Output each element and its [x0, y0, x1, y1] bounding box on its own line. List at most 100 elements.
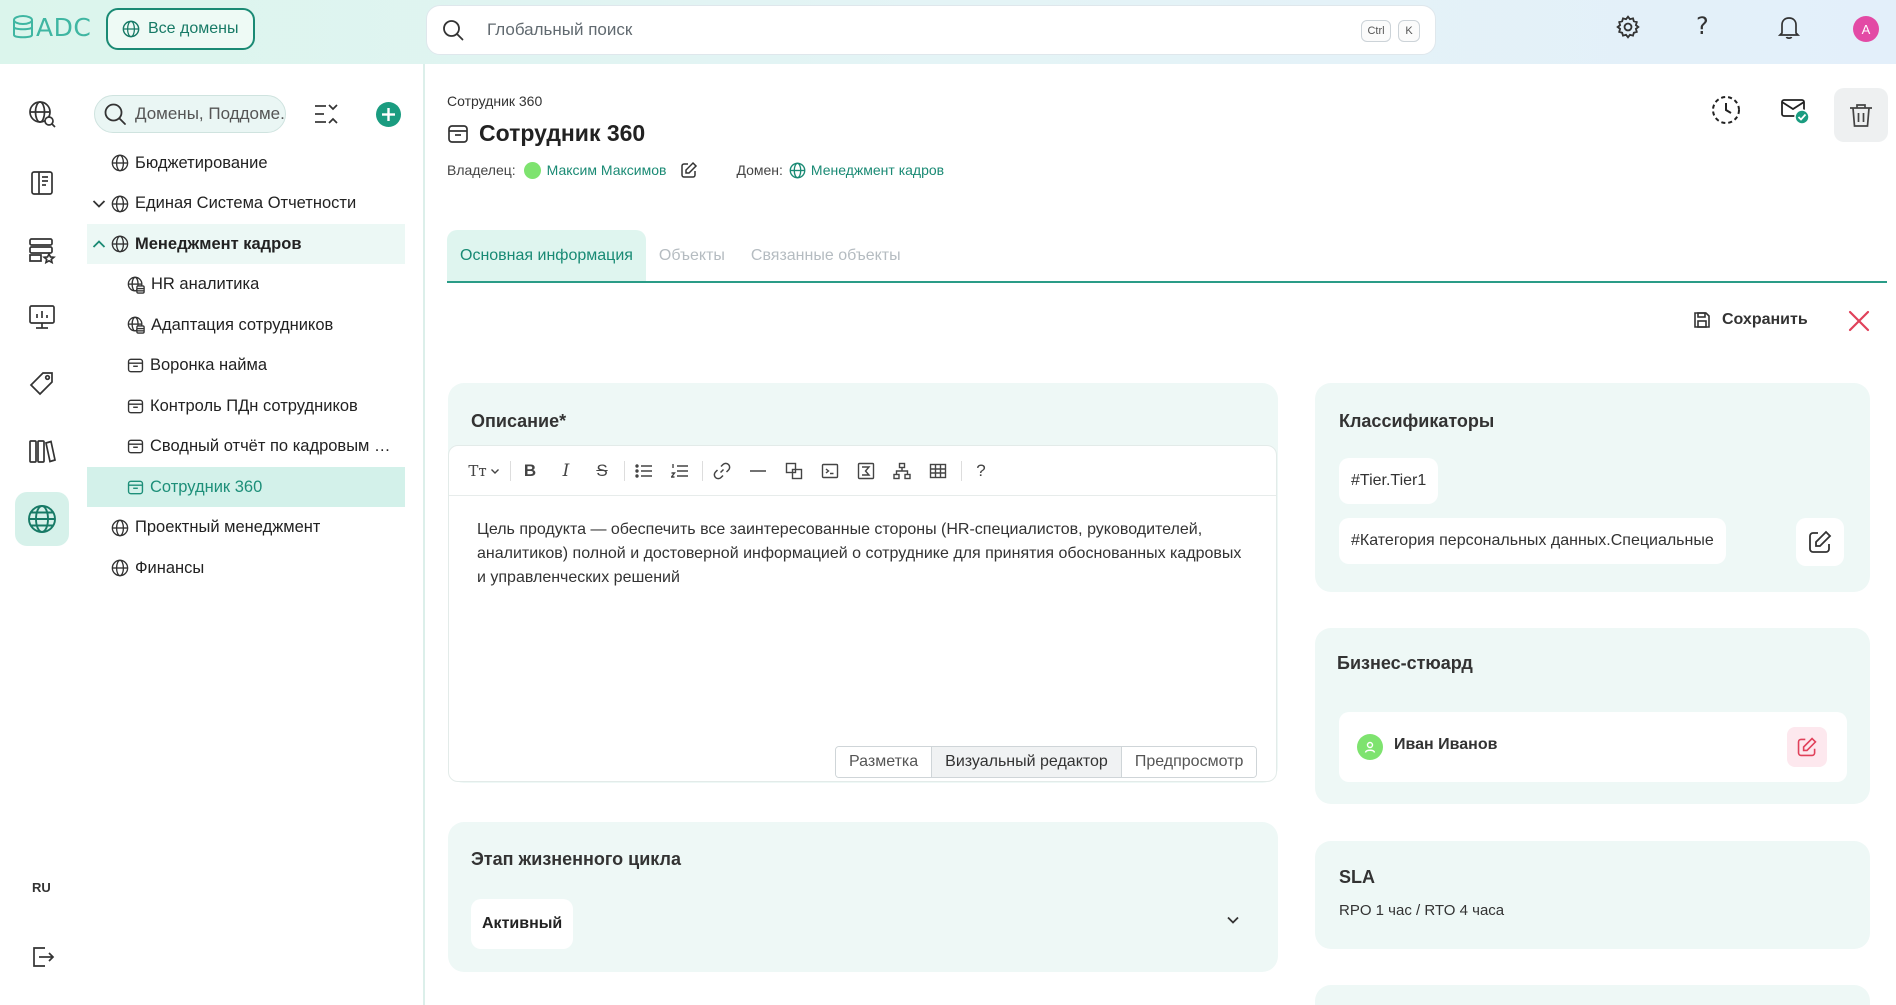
edit-owner-icon[interactable] [680, 161, 698, 179]
table-icon[interactable] [927, 459, 949, 483]
formula-icon[interactable] [855, 459, 877, 483]
horizontal-rule-icon[interactable] [747, 459, 769, 483]
image-icon[interactable] [783, 459, 805, 483]
logo-text: ADC [36, 13, 92, 42]
tag-icon[interactable] [26, 368, 58, 400]
tree-item-label: HR аналитика [151, 275, 260, 293]
tree-item[interactable]: Адаптация сотрудников [87, 305, 405, 345]
tree-item[interactable]: Бюджетирование [87, 143, 405, 183]
globe-icon [111, 519, 129, 537]
language-switch[interactable]: RU [32, 880, 51, 895]
classifier-tag[interactable]: #Tier.Tier1 [1339, 458, 1439, 504]
chevron-up-icon[interactable] [87, 236, 111, 252]
tree-item-label: Финансы [135, 558, 205, 577]
toolbar-separator [510, 461, 511, 481]
domain-link[interactable]: Менеджмент кадров [811, 162, 944, 178]
code-icon[interactable] [819, 459, 841, 483]
globe-icon[interactable] [26, 503, 58, 535]
all-domains-button[interactable]: Все домены [106, 8, 255, 50]
edit-classifiers-button[interactable] [1796, 518, 1844, 566]
plus-icon [382, 108, 395, 121]
tree-item[interactable]: Воронка найма [87, 346, 405, 386]
tree-item-label: Менеджмент кадров [135, 234, 302, 253]
edit-steward-button[interactable] [1787, 727, 1827, 767]
globe-search-icon[interactable] [26, 98, 58, 130]
mode-visual-editor[interactable]: Визуальный редактор [932, 747, 1122, 777]
global-search[interactable]: Глобальный поиск Ctrl K [426, 5, 1436, 55]
chevron-down-icon[interactable] [87, 196, 111, 212]
owner-avatar [523, 161, 541, 179]
owner-link[interactable]: Максим Максимов [547, 162, 667, 178]
search-placeholder: Глобальный поиск [487, 20, 633, 39]
domain-label: Домен: [736, 162, 783, 178]
globe-icon [111, 195, 129, 213]
help-icon[interactable]: ? [970, 459, 992, 483]
monitor-chart-icon[interactable] [26, 301, 58, 333]
tree-item[interactable]: HR аналитика [87, 265, 405, 305]
tree-item[interactable]: Единая Система Отчетности [87, 184, 405, 224]
tree-search-input[interactable] [135, 104, 285, 124]
diagram-icon[interactable] [891, 459, 913, 483]
next-card [1315, 985, 1870, 1005]
tree-item[interactable]: Менеджмент кадров [87, 224, 405, 264]
chevron-down-icon[interactable] [1225, 912, 1241, 928]
bell-icon[interactable] [1777, 14, 1801, 40]
search-icon [443, 20, 464, 41]
all-domains-label: Все домены [148, 20, 239, 37]
heading-label: Tт [468, 462, 487, 480]
mail-check-icon[interactable] [1779, 94, 1811, 126]
tree-item[interactable]: Контроль ПДн сотрудников [87, 386, 405, 426]
tree-item[interactable]: Финансы [87, 548, 405, 588]
product-icon [127, 357, 144, 374]
tree-item-label: Сотрудник 360 [150, 477, 263, 496]
edit-icon [1809, 530, 1832, 553]
app-logo[interactable]: ADC [12, 13, 91, 42]
database-star-icon[interactable] [26, 234, 58, 266]
description-text[interactable]: Цель продукта — обеспечить все заинтерес… [477, 518, 1252, 590]
globe-db-icon [127, 276, 145, 294]
mode-markup[interactable]: Разметка [836, 747, 933, 777]
breadcrumb: Сотрудник 360 [447, 93, 543, 109]
mode-preview[interactable]: Предпросмотр [1121, 747, 1257, 777]
bullet-list-icon[interactable] [633, 459, 655, 483]
collapse-all-icon[interactable] [313, 101, 339, 127]
tree-search[interactable] [94, 95, 286, 133]
link-icon[interactable] [711, 459, 733, 483]
bold-button[interactable]: B [519, 459, 541, 483]
heading-button[interactable]: Tт [467, 459, 501, 483]
italic-button[interactable]: I [555, 459, 577, 483]
strikethrough-button[interactable]: S [591, 459, 613, 483]
add-domain-button[interactable] [376, 102, 401, 127]
user-avatar[interactable]: А [1853, 16, 1879, 42]
tree-item[interactable]: Сотрудник 360 [87, 467, 405, 507]
page-title-text: Сотрудник 360 [479, 120, 646, 146]
help-icon[interactable]: ? [1696, 12, 1709, 40]
globe-icon [122, 20, 140, 38]
trash-icon [1850, 104, 1872, 127]
classifier-tag[interactable]: #Категория персональных данных.Специальн… [1339, 518, 1726, 564]
tab-main-info[interactable]: Основная информация [447, 230, 646, 282]
save-button[interactable]: Сохранить [1692, 310, 1808, 330]
tree-item[interactable]: Сводный отчёт по кадровым … [87, 427, 405, 467]
numbered-list-icon[interactable] [669, 459, 691, 483]
globe-icon [111, 154, 129, 172]
tab-objects[interactable]: Объекты [646, 230, 738, 282]
gear-icon[interactable] [1615, 14, 1641, 40]
globe-db-icon [127, 316, 145, 334]
product-icon [127, 479, 144, 496]
delete-button[interactable] [1834, 88, 1888, 142]
steward-name[interactable]: Иван Иванов [1394, 736, 1497, 754]
logo-icon [13, 14, 33, 38]
logout-icon[interactable] [26, 941, 58, 973]
tab-related-objects[interactable]: Связанные объекты [738, 230, 914, 282]
close-icon[interactable] [1847, 309, 1871, 333]
history-icon[interactable] [1710, 94, 1742, 126]
globe-icon [111, 235, 129, 253]
book-icon[interactable] [26, 167, 58, 199]
tree-item[interactable]: Проектный менеджмент [87, 508, 405, 548]
tree-item-label: Проектный менеджмент [135, 518, 321, 536]
library-icon[interactable] [26, 435, 58, 467]
product-icon [127, 398, 144, 415]
lifecycle-select[interactable]: Активный [471, 899, 574, 949]
globe-icon [789, 162, 806, 178]
